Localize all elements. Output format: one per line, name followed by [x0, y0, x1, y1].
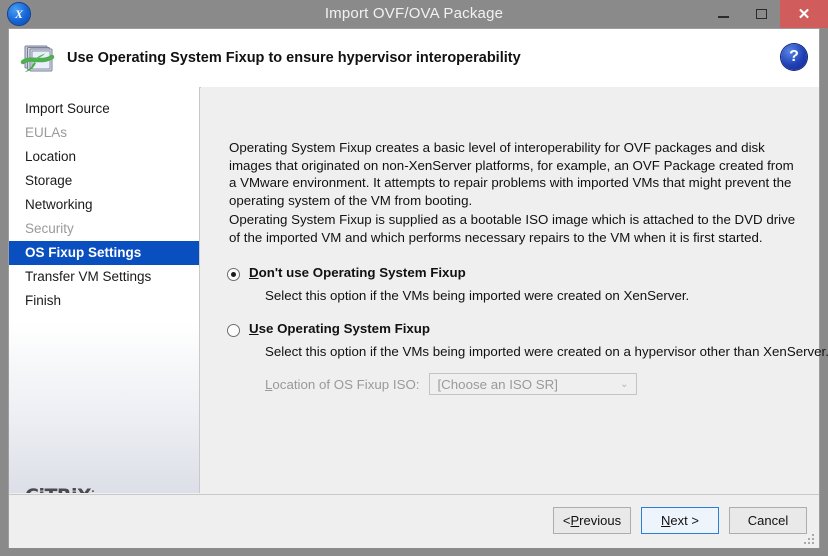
page-title: Use Operating System Fixup to ensure hyp…: [67, 50, 521, 66]
sidebar-item-transfer-vm-settings[interactable]: Transfer VM Settings: [9, 265, 199, 289]
sidebar-item-storage[interactable]: Storage: [9, 169, 199, 193]
sidebar-item-networking[interactable]: Networking: [9, 193, 199, 217]
option-use-fixup-row[interactable]: Use Operating System Fixup: [227, 321, 807, 341]
maximize-button[interactable]: [742, 0, 780, 28]
iso-sr-dropdown-value: [Choose an ISO SR]: [437, 377, 558, 392]
iso-sr-dropdown[interactable]: [Choose an ISO SR] ⌄: [429, 373, 638, 395]
button-label: revious: [579, 513, 622, 528]
close-icon: ✕: [797, 5, 811, 23]
wizard-steps-list: Import Source EULAs Location Storage Net…: [9, 97, 199, 313]
import-ovf-wizard-window: X Import OVF/OVA Package ✕ Use Operating…: [0, 0, 828, 556]
option-dont-use-fixup: Don't use Operating System Fixup Select …: [227, 265, 807, 303]
mnemonic-letter: U: [249, 321, 259, 336]
window-controls: ✕: [704, 0, 828, 28]
label-rest: on't use Operating System Fixup: [258, 265, 466, 280]
wizard-content-pane: Operating System Fixup creates a basic l…: [201, 87, 828, 493]
sidebar-item-import-source[interactable]: Import Source: [9, 97, 199, 121]
option-use-fixup-description: Select this option if the VMs being impo…: [265, 344, 828, 359]
option-dont-use-fixup-row[interactable]: Don't use Operating System Fixup: [227, 265, 807, 285]
wizard-header: Use Operating System Fixup to ensure hyp…: [9, 29, 819, 88]
sidebar-item-label: Security: [25, 221, 74, 236]
citrix-logo-mark: ·: [91, 487, 95, 493]
wizard-footer: < Previous Next > Cancel: [9, 494, 819, 548]
radio-use-fixup[interactable]: [227, 324, 240, 337]
sidebar-item-label: Import Source: [25, 101, 110, 116]
sidebar-item-label: Networking: [25, 197, 93, 212]
ovf-package-icon: [19, 39, 59, 79]
dialog-frame: Use Operating System Fixup to ensure hyp…: [8, 28, 828, 548]
title-bar: X Import OVF/OVA Package ✕: [0, 0, 828, 28]
sidebar-item-label: Transfer VM Settings: [25, 269, 152, 284]
footer-button-row: < Previous Next > Cancel: [553, 507, 807, 534]
radio-dont-use-fixup[interactable]: [227, 268, 240, 281]
ovf-package-icon-svg: [20, 45, 55, 72]
option-dont-use-fixup-description: Select this option if the VMs being impo…: [265, 288, 690, 303]
button-label: ext >: [670, 513, 699, 528]
sidebar-item-os-fixup-settings[interactable]: OS Fixup Settings: [9, 241, 199, 265]
sidebar-item-finish[interactable]: Finish: [9, 289, 199, 313]
minimize-button[interactable]: [704, 0, 742, 28]
cancel-button[interactable]: Cancel: [729, 507, 807, 534]
sidebar-item-label: Storage: [25, 173, 73, 188]
iso-location-label: Location of OS Fixup ISO:: [265, 377, 419, 392]
sidebar-item-label: Finish: [25, 293, 62, 308]
option-use-fixup: Use Operating System Fixup Select this o…: [227, 321, 828, 395]
minimize-icon: [717, 16, 729, 18]
button-prefix: <: [562, 513, 571, 528]
citrix-logo-text: CiTRiX: [25, 485, 92, 493]
label-rest: se Operating System Fixup: [258, 321, 431, 336]
sidebar-item-label: Location: [25, 149, 77, 164]
citrix-logo: CiTRiX·: [25, 485, 95, 493]
previous-button[interactable]: < Previous: [553, 507, 631, 534]
mnemonic-letter: D: [249, 265, 259, 280]
mnemonic-letter: P: [570, 513, 580, 528]
maximize-icon: [755, 9, 767, 19]
sidebar-item-eulas: EULAs: [9, 121, 199, 145]
help-button[interactable]: ?: [781, 44, 807, 70]
sidebar-item-security: Security: [9, 217, 199, 241]
wizard-sidebar: Import Source EULAs Location Storage Net…: [9, 87, 200, 493]
radio-selected-dot-icon: [231, 272, 236, 277]
sidebar-item-location[interactable]: Location: [9, 145, 199, 169]
button-label: Cancel: [747, 513, 789, 528]
option-dont-use-fixup-label: Don't use Operating System Fixup: [249, 265, 466, 280]
chevron-down-icon: ⌄: [620, 379, 629, 390]
resize-grip-icon[interactable]: [803, 533, 814, 544]
next-button[interactable]: Next >: [641, 507, 719, 534]
sidebar-item-label: EULAs: [25, 125, 68, 140]
option-use-fixup-label: Use Operating System Fixup: [249, 321, 430, 336]
mnemonic-letter: N: [661, 513, 671, 528]
description-paragraph-2: Operating System Fixup is supplied as a …: [229, 212, 796, 245]
sidebar-item-label: OS Fixup Settings: [25, 245, 142, 260]
label-rest: ocation of OS Fixup ISO:: [272, 376, 420, 392]
description-paragraph-1: Operating System Fixup creates a basic l…: [229, 140, 794, 208]
close-button[interactable]: ✕: [780, 0, 828, 28]
iso-location-row: Location of OS Fixup ISO: [Choose an ISO…: [265, 373, 638, 395]
question-mark-icon: ?: [789, 48, 799, 65]
